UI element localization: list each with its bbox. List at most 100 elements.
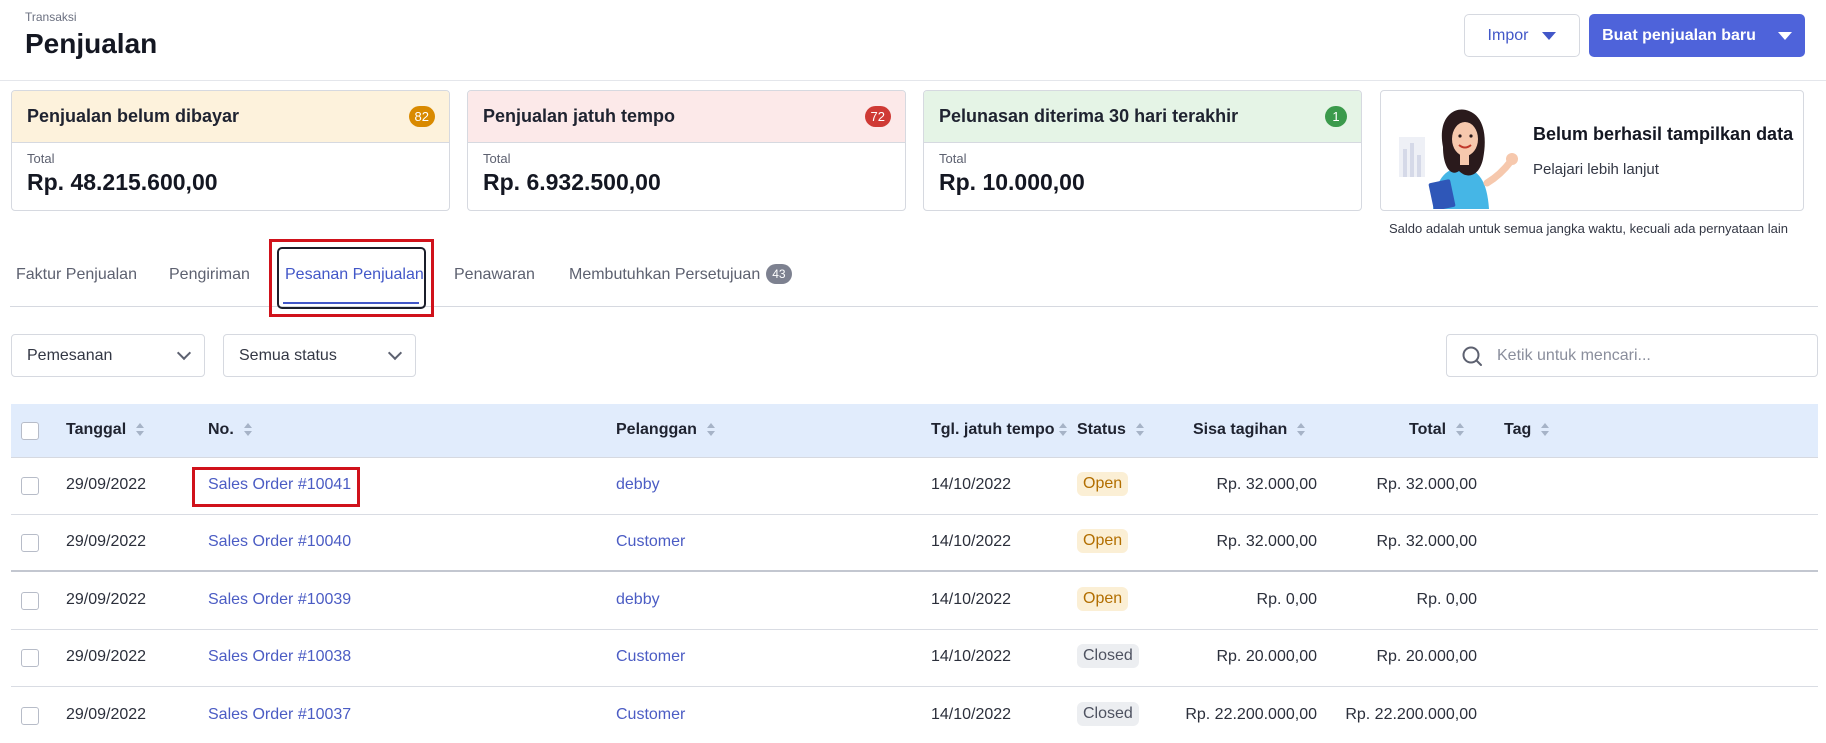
sort-icon — [243, 423, 252, 437]
sort-icon — [1541, 423, 1550, 437]
select-all-checkbox[interactable] — [21, 422, 39, 440]
table-row[interactable]: 29/09/2022 Sales Order #10039 debby 14/1… — [11, 573, 1818, 630]
column-label: Tanggal — [66, 421, 127, 438]
row-date: 29/09/2022 — [66, 476, 147, 493]
row-total: Rp. 32.000,00 — [1376, 476, 1477, 493]
order-number-link[interactable]: Sales Order #10039 — [208, 591, 351, 609]
row-total: Rp. 20.000,00 — [1376, 648, 1477, 665]
annotation-highlight-box — [269, 239, 434, 317]
row-date: 29/09/2022 — [66, 533, 147, 550]
row-total: Rp. 32.000,00 — [1376, 533, 1477, 550]
table-row[interactable]: 29/09/2022 Sales Order #10040 Customer 1… — [11, 515, 1818, 572]
status-value: Semua status — [239, 346, 337, 364]
caret-down-icon — [1777, 31, 1792, 40]
row-total: Rp. 0,00 — [1416, 591, 1477, 608]
customer-link[interactable]: Customer — [616, 706, 685, 724]
card-value: Rp. 10.000,00 — [939, 169, 1085, 195]
column-header-date[interactable]: Tanggal — [66, 421, 145, 439]
order-number-link[interactable]: Sales Order #10037 — [208, 706, 351, 724]
status-badge: Open — [1077, 587, 1129, 611]
column-label: Sisa tagihan — [1193, 421, 1288, 438]
breadcrumb: Transaksi — [25, 10, 77, 24]
card-unpaid-sales[interactable]: Penjualan belum dibayar 82 Total Rp. 48.… — [11, 90, 450, 211]
tab-quotations[interactable]: Penawaran — [454, 266, 535, 284]
column-label: Tag — [1504, 421, 1532, 438]
row-due-date: 14/10/2022 — [931, 533, 1012, 550]
row-balance: Rp. 32.000,00 — [1216, 476, 1317, 493]
row-checkbox[interactable] — [21, 592, 39, 610]
row-balance: Rp. 20.000,00 — [1216, 648, 1317, 665]
status-select[interactable]: Semua status — [223, 334, 416, 377]
column-header-total[interactable]: Total — [1409, 421, 1465, 439]
row-due-date: 14/10/2022 — [931, 591, 1012, 608]
customer-link[interactable]: Customer — [616, 648, 685, 666]
sort-icon — [1297, 423, 1306, 437]
row-checkbox[interactable] — [21, 707, 39, 725]
order-number-link[interactable]: Sales Order #10038 — [208, 648, 351, 666]
count-badge: 43 — [766, 264, 792, 284]
row-checkbox[interactable] — [21, 534, 39, 552]
card-header: Penjualan jatuh tempo 72 — [468, 91, 905, 143]
tab-sales-invoices[interactable]: Faktur Penjualan — [16, 266, 137, 284]
count-badge: 1 — [1325, 106, 1347, 127]
count-badge: 72 — [864, 106, 891, 127]
status-badge: Open — [1077, 472, 1129, 496]
chevron-down-icon — [387, 345, 403, 361]
tab-needs-approval-label: Membutuhkan Persetujuan — [569, 266, 761, 283]
table-header: Tanggal No. Pelanggan Tgl. jatuh tempo S… — [11, 404, 1818, 458]
row-checkbox[interactable] — [21, 477, 39, 495]
status-badge: Closed — [1077, 644, 1139, 668]
sort-icon — [1135, 423, 1144, 437]
sort-icon — [136, 423, 145, 437]
import-button[interactable]: Impor — [1464, 14, 1580, 57]
promo-card[interactable]: Belum berhasil tampilkan data Pelajari l… — [1380, 90, 1804, 211]
card-title: Penjualan jatuh tempo — [483, 106, 676, 126]
column-header-due-date[interactable]: Tgl. jatuh tempo — [931, 421, 1067, 439]
new-sale-button[interactable]: Buat penjualan baru — [1589, 14, 1805, 57]
card-label: Total — [483, 151, 511, 166]
table-row[interactable]: 29/09/2022 Sales Order #10038 Customer 1… — [11, 630, 1818, 687]
new-sale-button-label: Buat penjualan baru — [1602, 26, 1756, 44]
caret-down-icon — [1542, 31, 1557, 40]
card-title: Pelunasan diterima 30 hari terakhir — [939, 106, 1239, 126]
search-input[interactable] — [1497, 346, 1797, 365]
status-badge: Closed — [1077, 702, 1139, 726]
tab-needs-approval[interactable]: Membutuhkan Persetujuan 43 — [569, 264, 792, 284]
column-label: Status — [1077, 421, 1126, 438]
customer-link[interactable]: debby — [616, 476, 660, 494]
column-label: Tgl. jatuh tempo — [931, 421, 1055, 438]
customer-link[interactable]: debby — [616, 591, 660, 609]
status-badge: Open — [1077, 529, 1129, 553]
row-due-date: 14/10/2022 — [931, 706, 1012, 723]
row-date: 29/09/2022 — [66, 706, 147, 723]
sort-icon — [1456, 423, 1465, 437]
card-payments-received[interactable]: Pelunasan diterima 30 hari terakhir 1 To… — [923, 90, 1362, 211]
card-overdue-sales[interactable]: Penjualan jatuh tempo 72 Total Rp. 6.932… — [467, 90, 906, 211]
customer-link[interactable]: Customer — [616, 533, 685, 551]
row-total: Rp. 22.200.000,00 — [1345, 706, 1477, 723]
search-icon — [1462, 346, 1482, 366]
card-label: Total — [939, 151, 967, 166]
search-box[interactable] — [1446, 334, 1818, 377]
count-badge: 82 — [408, 106, 435, 127]
column-header-customer[interactable]: Pelanggan — [616, 421, 715, 439]
order-number-link[interactable]: Sales Order #10040 — [208, 533, 351, 551]
import-button-label: Impor — [1487, 26, 1529, 44]
row-balance: Rp. 0,00 — [1256, 591, 1317, 608]
column-header-status[interactable]: Status — [1077, 421, 1144, 439]
tab-deliveries[interactable]: Pengiriman — [169, 266, 250, 284]
order-type-select[interactable]: Pemesanan — [11, 334, 205, 377]
card-value: Rp. 6.932.500,00 — [483, 169, 661, 195]
row-balance: Rp. 22.200.000,00 — [1185, 706, 1317, 723]
column-header-tag[interactable]: Tag — [1504, 421, 1550, 439]
table-row[interactable]: 29/09/2022 Sales Order #10037 Customer 1… — [11, 688, 1818, 743]
card-title: Penjualan belum dibayar — [27, 106, 240, 126]
column-label: No. — [208, 421, 234, 438]
column-header-number[interactable]: No. — [208, 421, 252, 439]
order-type-value: Pemesanan — [27, 346, 113, 364]
woman-illustration-icon — [1399, 109, 1518, 209]
learn-more-link[interactable]: Pelajari lebih lanjut — [1533, 161, 1659, 178]
row-checkbox[interactable] — [21, 649, 39, 667]
sort-icon — [1058, 423, 1067, 437]
column-header-balance[interactable]: Sisa tagihan — [1193, 421, 1306, 439]
